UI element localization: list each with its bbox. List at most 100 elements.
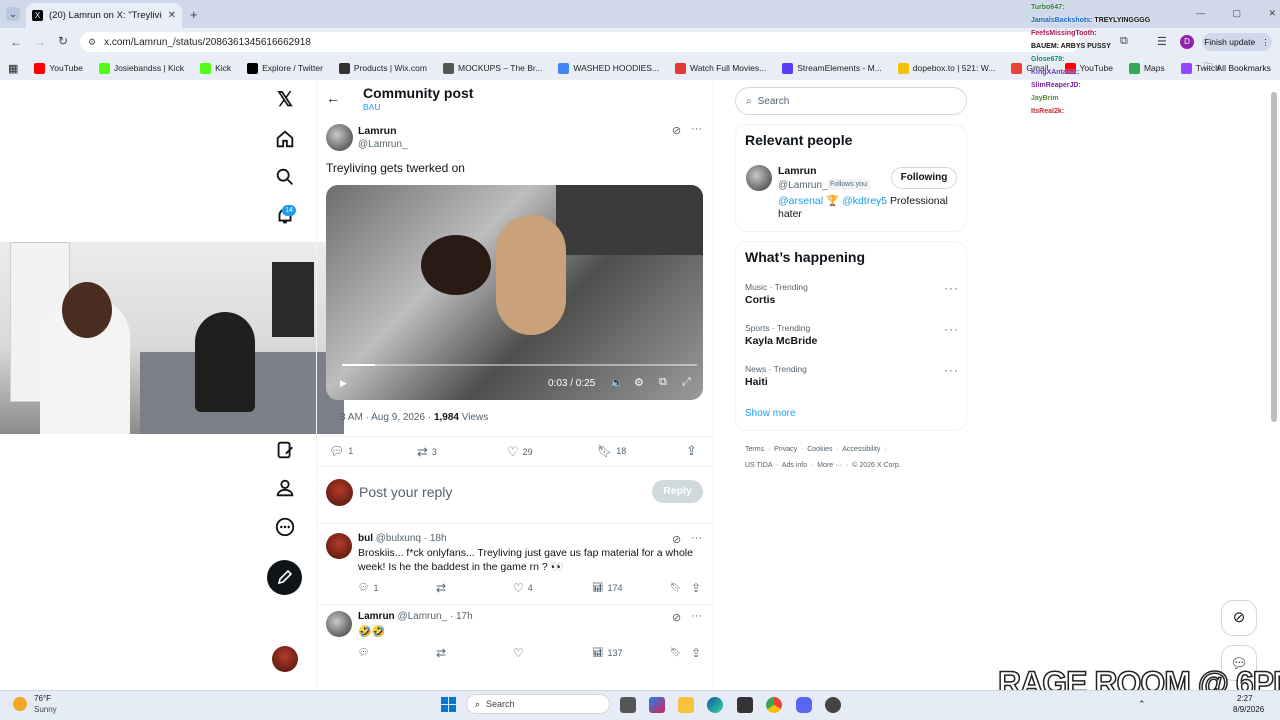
apps-grid-icon[interactable]: ▦	[0, 62, 26, 75]
grok-reply-icon[interactable]: ⊘	[672, 533, 681, 546]
like-action[interactable]: ♡ 29	[507, 444, 533, 460]
fullscreen-icon[interactable]: ⤢	[682, 376, 691, 389]
video-progress-track[interactable]	[342, 364, 697, 366]
bookmark-item[interactable]: Maps	[1121, 62, 1173, 74]
reply-reply-action[interactable]: 💬︎ 1	[358, 582, 378, 593]
page-scrollbar[interactable]	[1271, 92, 1277, 422]
trend-item[interactable]: Kayla McBride	[745, 335, 817, 347]
trend-more-icon[interactable]: ···	[944, 363, 959, 377]
reply-reply-icon[interactable]: 💬︎	[358, 647, 369, 658]
reply-action[interactable]: 💬︎ 1	[329, 444, 353, 458]
tab-list-icon[interactable]: ☰	[1157, 35, 1167, 48]
trend-more-icon[interactable]: ···	[944, 281, 959, 295]
close-window-icon[interactable]: ✕	[1268, 8, 1276, 19]
browser-tab[interactable]: X (20) Lamrun on X: "Treyliving g... ✕	[26, 3, 182, 28]
more-vert-icon[interactable]: ⋮	[1261, 37, 1270, 48]
repost-action[interactable]: ⇄ 3	[417, 444, 437, 460]
video-settings-icon[interactable]: ⚙	[634, 376, 644, 389]
reply-avatar[interactable]	[326, 533, 352, 559]
relevant-person-avatar[interactable]	[746, 165, 772, 191]
community-name[interactable]: BAU	[363, 102, 380, 112]
edge-icon[interactable]	[707, 697, 723, 713]
bookmark-item[interactable]: WASHED HOODIES...	[550, 62, 667, 74]
post-author-handle[interactable]: @Lamrun_	[358, 139, 408, 150]
more-circle-icon[interactable]	[274, 516, 296, 538]
volume-icon[interactable]: 🔈	[610, 376, 624, 389]
bookmark-item[interactable]: MOCKUPS – The Br...	[435, 62, 550, 74]
x-logo-icon[interactable]: 𝕏	[274, 89, 296, 111]
search-box[interactable]: ⌕ Search	[735, 87, 967, 115]
bookmark-item[interactable]: Kick	[192, 62, 239, 74]
show-more-link[interactable]: Show more	[745, 408, 796, 419]
reply-input[interactable]: Post your reply	[359, 484, 452, 500]
reply-more-icon[interactable]: ···	[691, 610, 702, 622]
tab-search-button[interactable]: ⌄	[6, 7, 20, 21]
post-timestamp[interactable]: 3 AM · Aug 9, 2026 ·	[340, 412, 434, 423]
close-tab-icon[interactable]: ✕	[168, 10, 176, 21]
bio-link-kdtrey5[interactable]: @kdtrey5	[842, 195, 887, 207]
task-view-icon[interactable]	[620, 697, 636, 713]
extensions-icon[interactable]: ⧉	[1120, 35, 1128, 48]
back-button[interactable]: ←	[326, 90, 340, 106]
address-bar[interactable]: ⚙ x.com/Lamrun_/status/20863613456166629…	[80, 32, 1080, 52]
post-author-name[interactable]: Lamrun	[358, 125, 397, 137]
clock-time[interactable]: 2:27	[1237, 694, 1253, 703]
grok-reply-icon[interactable]: ⊘	[672, 611, 681, 624]
compose-post-button[interactable]	[267, 560, 302, 595]
grok-float-button[interactable]: ⊘	[1221, 600, 1257, 636]
reply-repost-icon[interactable]: ⇄	[436, 646, 446, 660]
reply-button[interactable]: Reply	[652, 480, 703, 503]
pip-icon[interactable]: ⧉	[659, 376, 667, 389]
grok-icon[interactable]	[274, 439, 296, 461]
weather-sun-icon[interactable]	[13, 697, 27, 711]
bookmark-item[interactable]: Products | Wix.com	[331, 62, 435, 74]
reply-author-name[interactable]: Lamrun	[358, 611, 395, 622]
bookmark-action[interactable]: 🔖︎ 18	[597, 444, 626, 458]
bookmark-item[interactable]: dopebox.to | 521: W...	[890, 62, 1004, 74]
bookmark-item[interactable]: YouTube	[26, 62, 90, 74]
reload-icon[interactable]: ↻	[58, 34, 68, 48]
minimize-icon[interactable]: —	[1196, 8, 1205, 19]
bookmark-item[interactable]: Watch Full Movies...	[667, 62, 774, 74]
trend-more-icon[interactable]: ···	[944, 322, 959, 336]
reply-author-name[interactable]: bul	[358, 533, 373, 544]
reply-avatar[interactable]	[326, 611, 352, 637]
account-avatar[interactable]	[272, 646, 298, 672]
window-controls[interactable]: — ▢ ✕	[1196, 8, 1276, 19]
post-author-avatar[interactable]	[326, 124, 353, 151]
all-bookmarks-button[interactable]: 🗀 All Bookmarks	[1204, 61, 1271, 75]
reply-like-icon[interactable]: ♡	[513, 646, 524, 660]
clock-date[interactable]: 8/9/2026	[1233, 705, 1264, 714]
bookmark-item[interactable]: Josiebandss | Kick	[91, 62, 192, 74]
windows-start-icon[interactable]	[441, 697, 456, 712]
reply-author-handle[interactable]: @bulxunq · 18h	[376, 533, 447, 544]
reply-like-action[interactable]: ♡ 4	[513, 581, 533, 595]
footer-links[interactable]: Terms · Privacy · Cookies · Accessibilit…	[745, 446, 887, 453]
finish-update-button[interactable]: Finish update ⋮	[1202, 33, 1272, 51]
reply-share-icon[interactable]: ⇪	[691, 581, 701, 595]
app-icon[interactable]	[825, 697, 841, 713]
bookmark-item[interactable]: Explore / Twitter	[239, 62, 331, 74]
bio-link-arsenal[interactable]: @arsenal	[778, 195, 823, 207]
discord-icon[interactable]	[796, 697, 812, 713]
forward-arrow-icon[interactable]: →	[34, 35, 46, 49]
relevant-person-name[interactable]: Lamrun	[778, 165, 817, 177]
back-arrow-icon[interactable]: ←	[10, 35, 22, 49]
grok-post-icon[interactable]: ⊘	[672, 124, 681, 137]
post-more-icon[interactable]: ···	[691, 123, 702, 135]
post-video[interactable]: ▶ 0:03 / 0:25 🔈 ⚙ ⧉ ⤢	[326, 185, 703, 400]
search-icon[interactable]	[274, 166, 296, 188]
reply-more-icon[interactable]: ···	[691, 532, 702, 544]
maximize-icon[interactable]: ▢	[1232, 8, 1241, 19]
play-icon[interactable]: ▶	[340, 378, 347, 389]
footer-links-2[interactable]: US TIDA · Ads info · More ··· · © 2026 X…	[745, 462, 901, 469]
new-tab-button[interactable]: +	[190, 7, 198, 22]
reply-views-action[interactable]: 📊︎ 137	[592, 647, 622, 658]
chrome-icon[interactable]	[766, 697, 782, 713]
reply-views-action[interactable]: 📊︎ 174	[592, 582, 622, 593]
site-info-icon[interactable]: ⚙	[88, 37, 96, 48]
reply-repost-action[interactable]: ⇄	[436, 581, 446, 595]
weather-temp[interactable]: 76°F	[34, 694, 51, 703]
relevant-person-handle[interactable]: @Lamrun_	[778, 180, 828, 191]
profile-avatar[interactable]: D	[1180, 35, 1194, 49]
